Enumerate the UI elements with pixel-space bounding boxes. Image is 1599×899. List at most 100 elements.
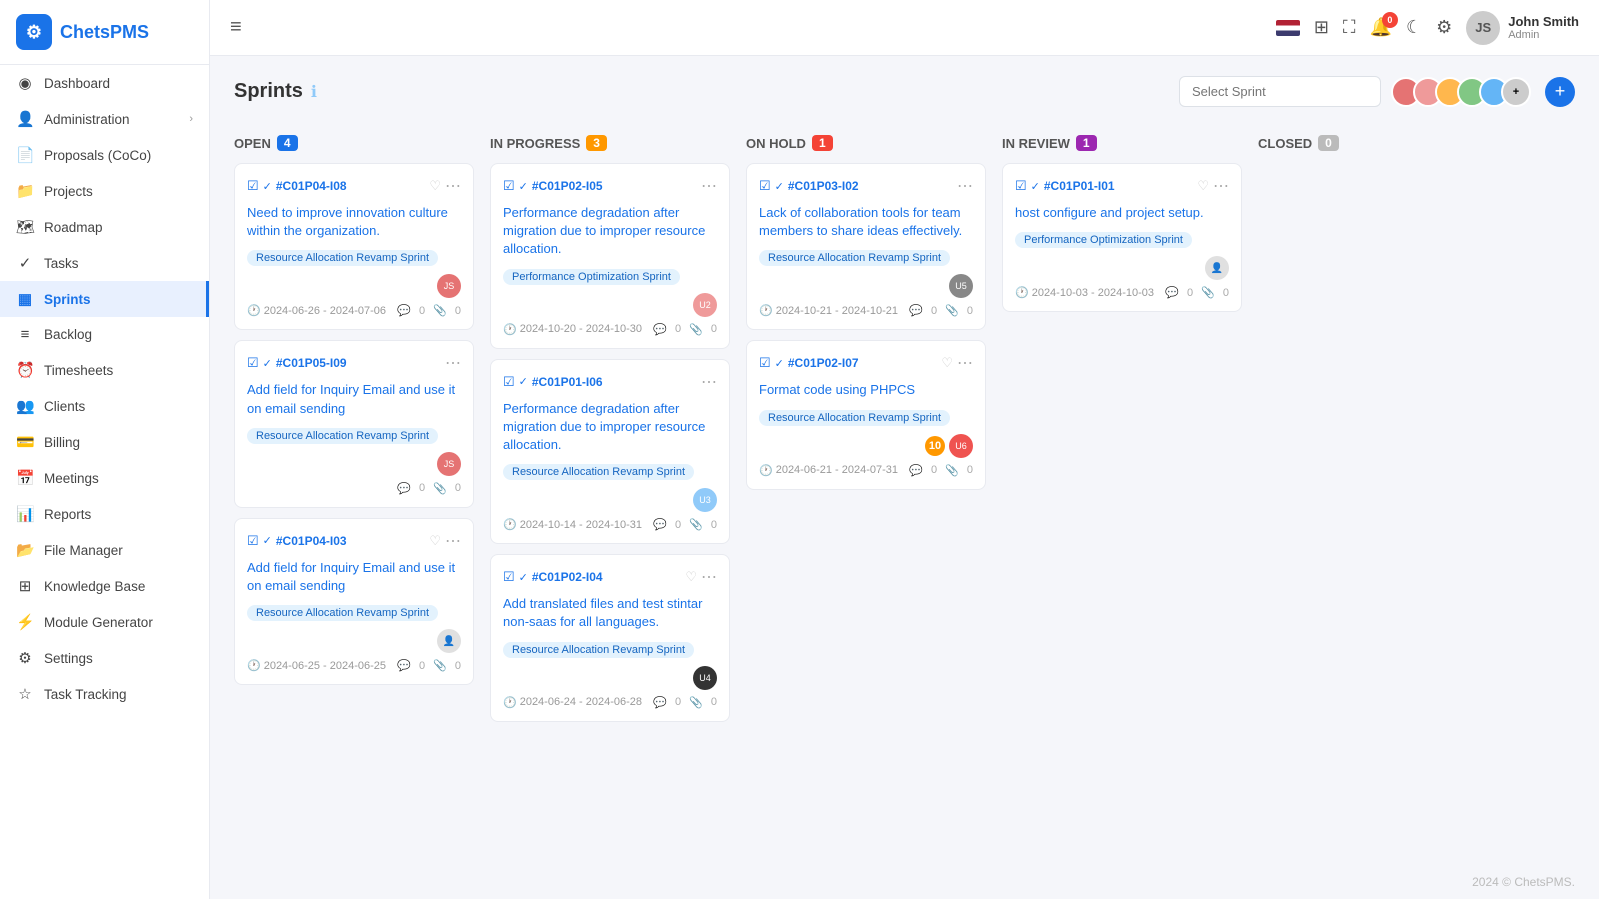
topbar: ≡ ⊞ ⛶ 🔔 0 ☾ ⚙ JS John Smith Admin xyxy=(210,0,1599,56)
card-checkbox[interactable]: ☑ xyxy=(759,355,771,371)
card-C01P04-I08[interactable]: ☑ ✓ #C01P04-I08 ♡ ⋯ Need to improve inno… xyxy=(234,163,474,330)
card-checkbox[interactable]: ☑ xyxy=(247,355,259,371)
favorite-icon[interactable]: ♡ xyxy=(429,178,441,194)
language-flag[interactable] xyxy=(1276,20,1300,36)
card-C01P02-I07[interactable]: ☑ ✓ #C01P02-I07 ♡ ⋯ Format code using PH… xyxy=(746,340,986,489)
sprint-select[interactable] xyxy=(1179,76,1381,107)
card-more-button[interactable]: ⋯ xyxy=(701,176,717,196)
sidebar-item-timesheets[interactable]: ⏰ Timesheets xyxy=(0,352,209,388)
column-onhold: ON HOLD 1 ☑ ✓ #C01P03-I02 ⋯ Lack of coll… xyxy=(746,127,986,732)
sidebar-item-meetings[interactable]: 📅 Meetings xyxy=(0,460,209,496)
avatar-group: + xyxy=(1391,77,1531,107)
sidebar-item-dashboard[interactable]: ◉ Dashboard xyxy=(0,65,209,101)
card-tag[interactable]: Resource Allocation Revamp Sprint xyxy=(759,410,950,426)
card-C01P02-I04[interactable]: ☑ ✓ #C01P02-I04 ♡ ⋯ Add translated files… xyxy=(490,554,730,721)
user-menu[interactable]: JS John Smith Admin xyxy=(1466,11,1579,45)
card-more-button[interactable]: ⋯ xyxy=(1213,176,1229,196)
apps-icon[interactable]: ⊞ xyxy=(1314,17,1329,38)
nav-label-filemanager: File Manager xyxy=(44,543,123,558)
favorite-icon[interactable]: ♡ xyxy=(685,569,697,585)
card-C01P03-I02[interactable]: ☑ ✓ #C01P03-I02 ⋯ Lack of collaboration … xyxy=(746,163,986,330)
hamburger-button[interactable]: ≡ xyxy=(230,16,242,39)
card-more-button[interactable]: ⋯ xyxy=(957,353,973,373)
card-stats: 💬 0 📎 0 xyxy=(1165,286,1229,299)
col-header-onhold: ON HOLD 1 xyxy=(746,127,986,163)
nav-icon-roadmap: 🗺 xyxy=(16,218,34,236)
col-label-closed: CLOSED xyxy=(1258,136,1312,151)
sidebar-item-tasks[interactable]: ✓ Tasks xyxy=(0,245,209,281)
card-checkbox[interactable]: ☑ xyxy=(247,178,259,194)
card-tag-row: Resource Allocation Revamp Sprint xyxy=(247,248,461,274)
sidebar-item-billing[interactable]: 💳 Billing xyxy=(0,424,209,460)
info-icon[interactable]: ℹ xyxy=(311,82,317,102)
card-id: #C01P04-I08 xyxy=(276,179,425,193)
member-avatar-6[interactable]: + xyxy=(1501,77,1531,107)
settings-icon[interactable]: ⚙ xyxy=(1436,17,1452,38)
card-tag[interactable]: Resource Allocation Revamp Sprint xyxy=(247,605,438,621)
comment-icon: 💬 xyxy=(1165,286,1179,299)
card-footer: 🕐2024-10-20 - 2024-10-30 💬 0 📎 0 xyxy=(503,323,717,336)
sidebar-item-tasktracking[interactable]: ☆ Task Tracking xyxy=(0,676,209,712)
card-tag[interactable]: Performance Optimization Sprint xyxy=(503,269,680,285)
card-C01P05-I09[interactable]: ☑ ✓ #C01P05-I09 ⋯ Add field for Inquiry … xyxy=(234,340,474,507)
sidebar-item-roadmap[interactable]: 🗺 Roadmap xyxy=(0,209,209,245)
card-C01P01-I06[interactable]: ☑ ✓ #C01P01-I06 ⋯ Performance degradatio… xyxy=(490,359,730,545)
card-date: 🕐2024-10-20 - 2024-10-30 xyxy=(503,323,642,336)
card-tag[interactable]: Performance Optimization Sprint xyxy=(1015,232,1192,248)
fullscreen-icon[interactable]: ⛶ xyxy=(1343,17,1356,38)
card-more-button[interactable]: ⋯ xyxy=(445,531,461,551)
card-avatar: U3 xyxy=(693,488,717,512)
sidebar-item-projects[interactable]: 📁 Projects xyxy=(0,173,209,209)
card-id: #C01P02-I04 xyxy=(532,570,681,584)
attachment-count: 0 xyxy=(455,305,461,317)
sidebar-item-reports[interactable]: 📊 Reports xyxy=(0,496,209,532)
card-tag[interactable]: Resource Allocation Revamp Sprint xyxy=(247,428,438,444)
sidebar-item-clients[interactable]: 👥 Clients xyxy=(0,388,209,424)
card-checkbox[interactable]: ☑ xyxy=(1015,178,1027,194)
sidebar-item-proposals[interactable]: 📄 Proposals (CoCo) xyxy=(0,137,209,173)
card-header: ☑ ✓ #C01P04-I08 ♡ ⋯ xyxy=(247,176,461,196)
sidebar-item-modulegenerator[interactable]: ⚡ Module Generator xyxy=(0,604,209,640)
logo[interactable]: ⚙ ChetsPMS xyxy=(0,0,209,65)
notification-badge: 0 xyxy=(1382,12,1398,28)
favorite-icon[interactable]: ♡ xyxy=(941,355,953,371)
theme-icon[interactable]: ☾ xyxy=(1406,17,1422,38)
card-title: Add translated files and test stintar no… xyxy=(503,595,717,631)
card-more-button[interactable]: ⋯ xyxy=(957,176,973,196)
card-tag[interactable]: Resource Allocation Revamp Sprint xyxy=(247,250,438,266)
sidebar-item-backlog[interactable]: ≡ Backlog xyxy=(0,317,209,352)
card-tag[interactable]: Resource Allocation Revamp Sprint xyxy=(503,642,694,658)
card-C01P01-I01[interactable]: ☑ ✓ #C01P01-I01 ♡ ⋯ host configure and p… xyxy=(1002,163,1242,312)
comment-icon: 💬 xyxy=(653,518,667,531)
user-avatar: JS xyxy=(1466,11,1500,45)
sidebar-item-filemanager[interactable]: 📂 File Manager xyxy=(0,532,209,568)
card-tag[interactable]: Resource Allocation Revamp Sprint xyxy=(759,250,950,266)
sidebar-item-settings[interactable]: ⚙ Settings xyxy=(0,640,209,676)
favorite-icon[interactable]: ♡ xyxy=(1197,178,1209,194)
card-checkbox[interactable]: ☑ xyxy=(759,178,771,194)
nav-icon-proposals: 📄 xyxy=(16,146,34,164)
card-C01P04-I03[interactable]: ☑ ✓ #C01P04-I03 ♡ ⋯ Add field for Inquir… xyxy=(234,518,474,685)
card-more-button[interactable]: ⋯ xyxy=(445,176,461,196)
sidebar-item-administration[interactable]: 👤 Administration › xyxy=(0,101,209,137)
add-sprint-button[interactable]: + xyxy=(1545,77,1575,107)
favorite-icon[interactable]: ♡ xyxy=(429,533,441,549)
notification-icon[interactable]: 🔔 0 xyxy=(1370,17,1392,38)
attachment-icon: 📎 xyxy=(1201,286,1215,299)
card-checkbox[interactable]: ☑ xyxy=(247,533,259,549)
card-tag[interactable]: Resource Allocation Revamp Sprint xyxy=(503,464,694,480)
card-tag-row: Resource Allocation Revamp Sprint xyxy=(503,640,717,666)
card-checkbox[interactable]: ☑ xyxy=(503,374,515,390)
logo-text: ChetsPMS xyxy=(60,22,149,43)
card-C01P02-I05[interactable]: ☑ ✓ #C01P02-I05 ⋯ Performance degradatio… xyxy=(490,163,730,349)
card-checkbox[interactable]: ☑ xyxy=(503,569,515,585)
card-more-button[interactable]: ⋯ xyxy=(701,372,717,392)
card-more-button[interactable]: ⋯ xyxy=(445,353,461,373)
sidebar-item-sprints[interactable]: ▦ Sprints xyxy=(0,281,209,317)
card-chevron: ✓ xyxy=(519,375,528,388)
card-footer: 🕐2024-06-21 - 2024-07-31 💬 0 📎 0 xyxy=(759,464,973,477)
card-checkbox[interactable]: ☑ xyxy=(503,178,515,194)
sidebar-item-knowledgebase[interactable]: ⊞ Knowledge Base xyxy=(0,568,209,604)
nav-label-backlog: Backlog xyxy=(44,327,92,342)
card-more-button[interactable]: ⋯ xyxy=(701,567,717,587)
